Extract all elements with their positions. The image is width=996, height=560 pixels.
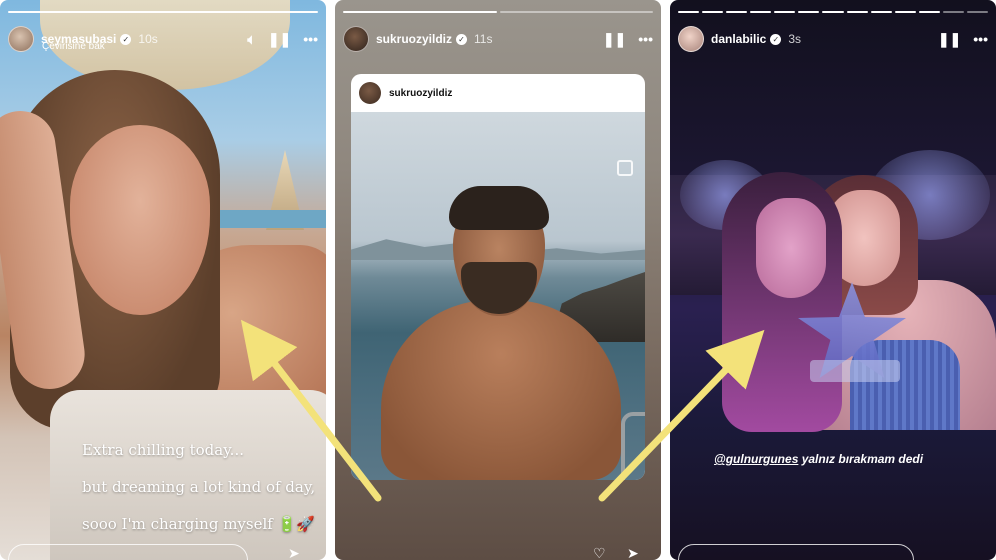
username[interactable]: sukruozyildiz	[376, 32, 452, 46]
story-time: 11s	[474, 32, 493, 46]
person-hair	[449, 186, 549, 230]
story-header: danlabilic ✓ 3s ❚❚ •••	[678, 24, 988, 54]
progress-segment	[774, 11, 796, 13]
avatar[interactable]	[343, 26, 369, 52]
avatar[interactable]	[678, 26, 704, 52]
pause-icon[interactable]: ❚❚	[268, 31, 291, 48]
heart-icon[interactable]: ♡	[593, 545, 606, 560]
shared-post-header: sukruozyildiz	[351, 74, 645, 112]
reply-input[interactable]	[8, 544, 248, 560]
pool-ladder	[621, 412, 645, 480]
story-controls: ❚❚ •••	[938, 31, 988, 48]
caption-line-1: Extra chilling today...	[82, 441, 244, 459]
progress-segment	[942, 11, 964, 13]
story-controls: 🔈︎ ❚❚ •••	[247, 31, 318, 48]
caption-text: yalnız bırakmam dedi	[798, 452, 924, 466]
progress-segment	[798, 11, 820, 13]
avatar[interactable]	[8, 26, 34, 52]
story-panel-sukruozyildiz[interactable]: sukruozyildiz ✓ 11s ❚❚ ••• sukruozyildiz…	[335, 0, 661, 560]
more-icon[interactable]: •••	[638, 31, 653, 47]
progress-segment	[678, 11, 700, 13]
progress-segment	[750, 11, 772, 13]
progress-segment	[918, 11, 940, 13]
progress-segment	[846, 11, 868, 13]
story-time: 3s	[788, 32, 802, 46]
sound-icon[interactable]: 🔈︎	[247, 31, 255, 48]
story-panel-danlabilic[interactable]: danlabilic ✓ 3s ❚❚ ••• @gulnurgunes yaln…	[670, 0, 996, 560]
progress-segment	[343, 11, 497, 13]
user-mention-link[interactable]: @gulnurgunes	[714, 452, 798, 466]
story-caption: @gulnurgunes yalnız bırakmam dedi	[714, 452, 923, 466]
reply-input[interactable]	[678, 544, 914, 560]
pause-icon[interactable]: ❚❚	[938, 31, 961, 48]
progress-segment	[894, 11, 916, 13]
towel	[50, 390, 326, 560]
share-icon[interactable]: ➤	[627, 545, 639, 560]
caption-line-3: sooo I'm charging myself 🔋🚀	[82, 515, 315, 533]
story-progress-bar	[8, 11, 318, 13]
username[interactable]: danlabilic	[711, 32, 766, 46]
shared-post-card[interactable]: sukruozyildiz	[351, 74, 645, 480]
trophy-base	[810, 360, 900, 382]
more-icon[interactable]: •••	[973, 31, 988, 47]
progress-segment	[870, 11, 892, 13]
verified-badge-icon: ✓	[770, 33, 782, 45]
translate-link[interactable]: Çevirisine bak	[42, 41, 105, 52]
more-icon[interactable]: •••	[303, 31, 318, 47]
share-icon[interactable]: ➤	[288, 545, 300, 560]
progress-segment	[726, 11, 748, 13]
progress-segment	[702, 11, 724, 13]
story-progress-bar	[678, 11, 989, 13]
person-face	[756, 198, 826, 298]
progress-segment	[8, 11, 318, 13]
progress-segment	[966, 11, 989, 13]
progress-segment	[499, 11, 653, 13]
pause-icon[interactable]: ❚❚	[603, 31, 626, 48]
verified-badge-icon: ✓	[456, 33, 468, 45]
story-header: sukruozyildiz ✓ 11s ❚❚ •••	[343, 24, 653, 54]
story-panel-seymasubasi[interactable]: seymasubasi ✓ 10s 🔈︎ ❚❚ ••• Çevirisine b…	[0, 0, 326, 560]
verified-badge-icon: ✓	[120, 33, 132, 45]
shared-post-avatar[interactable]	[359, 82, 381, 104]
caption-line-2: but dreaming a lot kind of day,	[82, 478, 316, 496]
story-progress-bar	[343, 11, 653, 13]
shared-post-username[interactable]: sukruozyildiz	[389, 88, 452, 99]
shared-post-photo	[351, 112, 645, 480]
story-controls: ❚❚ •••	[603, 31, 653, 48]
multi-photo-icon	[617, 160, 633, 176]
story-time: 10s	[138, 32, 158, 46]
progress-segment	[822, 11, 844, 13]
